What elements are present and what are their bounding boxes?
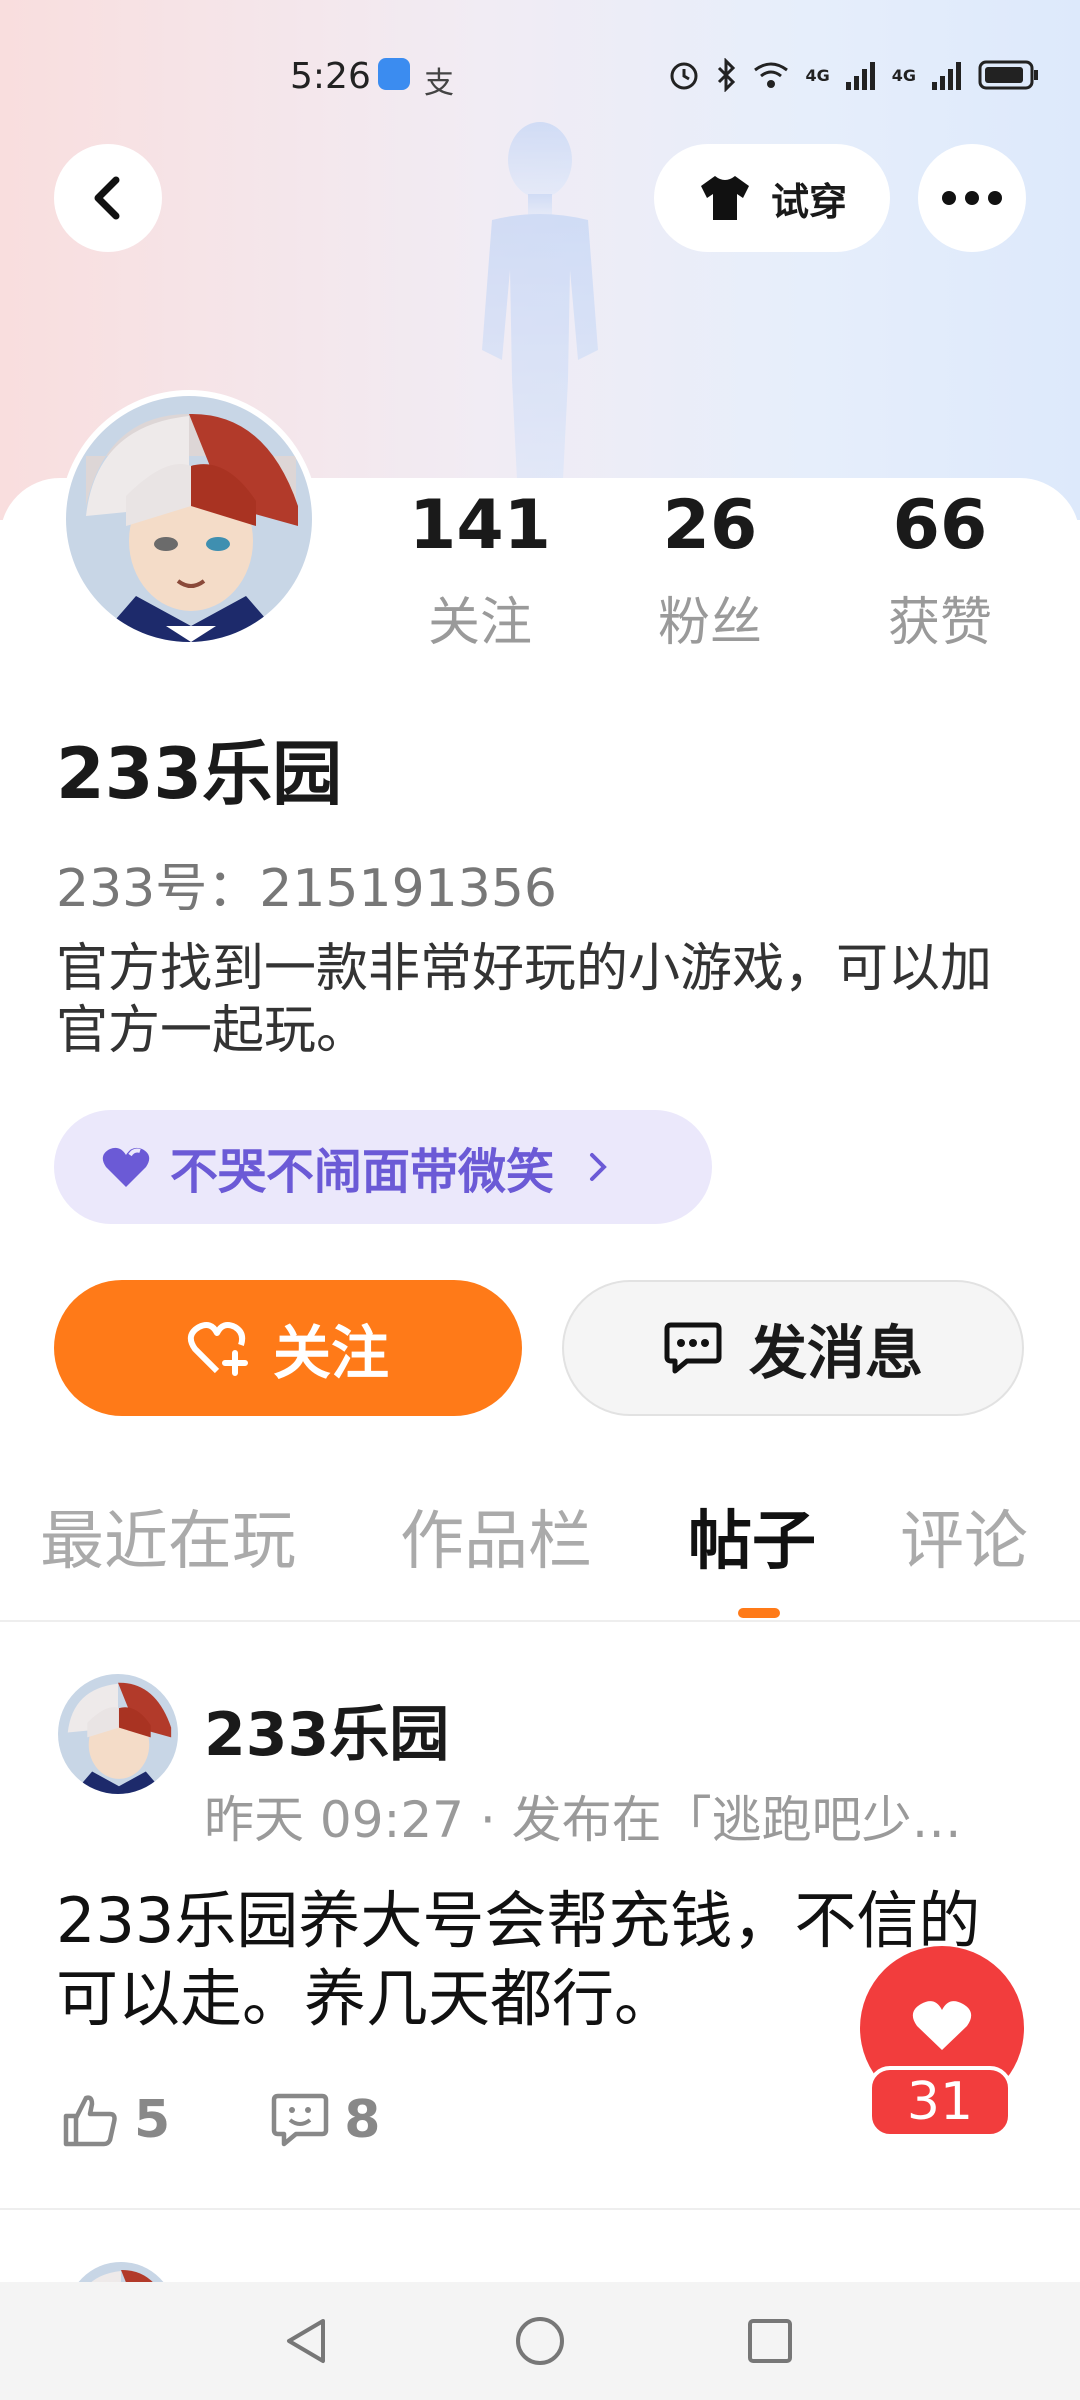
chat-bubble-icon (664, 1322, 722, 1374)
avatar-image (66, 396, 312, 642)
stat-following-label: 关注 (427, 593, 532, 653)
stat-followers[interactable]: 26 粉丝 (610, 490, 810, 655)
status-time: 5:26 (290, 56, 371, 97)
profile-avatar[interactable] (60, 390, 318, 648)
post-author-avatar[interactable] (58, 1674, 178, 1794)
system-status-icons: 4G 4G (667, 58, 1040, 92)
circle-home-icon (516, 2317, 564, 2365)
profile-name: 233乐园 (56, 733, 343, 815)
comment-smile-icon (271, 2093, 329, 2147)
notification-icons: 支 (378, 58, 454, 102)
stat-likes-label: 获赞 (887, 593, 992, 653)
signal-icon-1 (845, 62, 875, 90)
follow-button[interactable]: 关注 (54, 1280, 522, 1416)
stat-likes-value: 66 (892, 486, 988, 565)
network-type-label-2: 4G (891, 65, 916, 85)
floating-like-count: 31 (868, 2066, 1012, 2138)
post-like-button[interactable]: 5 (60, 2090, 170, 2150)
bluetooth-icon (718, 58, 736, 92)
post-actions: 5 8 (60, 2090, 480, 2150)
profile-uid: 233号：215191356 (56, 859, 558, 919)
post-meta: 昨天 09:27 · 发布在「逃跑吧少… (204, 1791, 962, 1849)
avatar-3d-silhouette (482, 122, 598, 520)
network-type-label-1: 4G (805, 65, 830, 85)
more-dots-icon (942, 191, 1002, 205)
wifi-icon (754, 62, 789, 88)
thumbs-up-icon (63, 2095, 117, 2147)
try-on-label: 试穿 (770, 179, 847, 224)
alipay-notification-icon: 支 (424, 66, 454, 101)
chevron-left-icon (94, 176, 120, 220)
post-avatar-image (58, 1674, 178, 1794)
back-button[interactable] (54, 144, 162, 252)
heart-icon (912, 2001, 972, 2050)
battery-icon (978, 60, 1038, 90)
nav-back-button[interactable] (272, 2306, 342, 2376)
profile-tabs: 最近在玩 作品栏 帖子 评论 (0, 1490, 1080, 1610)
post-author-name[interactable]: 233乐园 (204, 1686, 449, 1773)
tab-posts[interactable]: 帖子 (688, 1490, 816, 1582)
more-button[interactable] (918, 144, 1026, 252)
tab-comments[interactable]: 评论 (900, 1490, 1028, 1582)
follow-label: 关注 (272, 1319, 389, 1387)
profile-bio: 官方找到一款非常好玩的小游戏，可以加官方一起玩。 (56, 939, 993, 1061)
stat-likes[interactable]: 66 获赞 (840, 490, 1040, 655)
signal-icon-2 (932, 62, 961, 90)
triangle-back-icon (287, 2319, 325, 2363)
profile-stats: 141 关注 26 粉丝 66 获赞 (380, 490, 1040, 655)
stat-following-value: 141 (409, 486, 551, 565)
heart-add-icon (187, 1322, 248, 1376)
nav-recents-button[interactable] (735, 2306, 805, 2376)
post-like-count: 5 (134, 2090, 171, 2150)
tabs-divider (0, 1620, 1080, 1622)
square-recents-icon (748, 2319, 792, 2363)
stat-followers-label: 粉丝 (657, 593, 762, 653)
stat-followers-value: 26 (662, 486, 758, 565)
mood-tag-chip[interactable]: 不哭不闹面带微笑 (54, 1110, 712, 1224)
send-message-button[interactable]: 发消息 (562, 1280, 1024, 1416)
send-message-label: 发消息 (748, 1319, 923, 1387)
active-tab-indicator (738, 1608, 780, 1618)
alarm-icon (670, 62, 698, 90)
mood-tag-label: 不哭不闹面带微笑 (170, 1144, 555, 1200)
app-notification-icon (378, 58, 410, 90)
stat-following[interactable]: 141 关注 (380, 490, 580, 655)
chevron-right-icon (590, 1153, 607, 1181)
post-comment-button[interactable]: 8 (270, 2090, 380, 2150)
tshirt-icon (700, 176, 749, 220)
nav-home-button[interactable] (505, 2306, 575, 2376)
post-comment-count: 8 (344, 2090, 381, 2150)
try-on-button[interactable]: 试穿 (654, 144, 890, 252)
status-bar: 5:26 支 4G 4G (0, 40, 1080, 120)
tab-works[interactable]: 作品栏 (400, 1490, 592, 1582)
tab-recently-played[interactable]: 最近在玩 (40, 1490, 296, 1582)
post-divider (0, 2208, 1080, 2210)
heart-icon (102, 1147, 150, 1187)
system-navigation-bar (0, 2282, 1080, 2400)
